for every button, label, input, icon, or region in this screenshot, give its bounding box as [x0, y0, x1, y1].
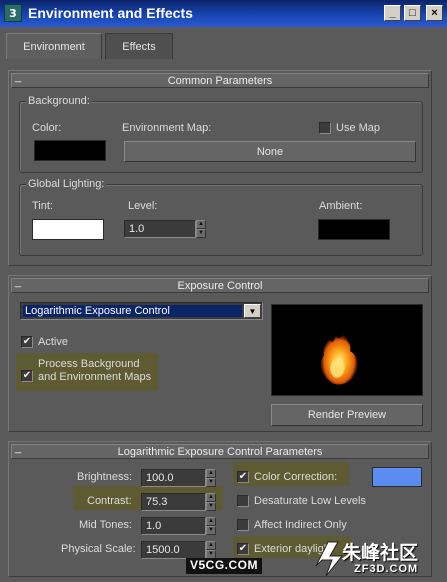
common-parameters-rollout: _ Common Parameters Background: Color: E…: [8, 70, 432, 266]
use-map-label: Use Map: [336, 122, 381, 134]
use-map-checkbox[interactable]: [319, 122, 331, 134]
process-background-checkbox[interactable]: ✔: [21, 370, 33, 382]
environment-map-label: Environment Map:: [122, 122, 212, 134]
common-parameters-header[interactable]: _ Common Parameters: [11, 71, 429, 88]
minimize-button[interactable]: _: [384, 5, 401, 21]
exposure-control-rollout: _ Exposure Control Logarithmic Exposure …: [8, 275, 432, 432]
brightness-value[interactable]: 100.0: [141, 469, 206, 487]
affect-indirect-checkbox[interactable]: [237, 519, 249, 531]
mid-tones-spinner[interactable]: 1.0 ▲ ▼: [141, 517, 216, 535]
level-spinner-arrows[interactable]: ▲ ▼: [196, 220, 206, 238]
brightness-spinner-arrows[interactable]: ▲ ▼: [206, 469, 216, 487]
render-preview-button[interactable]: Render Preview: [271, 404, 423, 426]
background-color-swatch[interactable]: [34, 140, 106, 161]
app-logo-icon: 3: [4, 4, 22, 22]
background-group: Background: Color: Environment Map: Use …: [19, 95, 423, 173]
rollout-title: Logarithmic Exposure Control Parameters: [117, 445, 323, 458]
watermark-zf3d: 朱峰社区 ZF3D.COM: [312, 536, 447, 579]
collapse-icon: _: [15, 442, 22, 454]
rollout-title: Common Parameters: [167, 74, 273, 87]
exposure-type-dropdown[interactable]: Logarithmic Exposure Control ▼: [20, 302, 263, 320]
background-color-label: Color:: [32, 122, 62, 134]
brightness-label: Brightness:: [77, 471, 133, 483]
mid-tones-label: Mid Tones:: [79, 519, 132, 531]
tab-effects[interactable]: Effects: [105, 33, 173, 59]
color-correction-label: Color Correction:: [254, 471, 338, 483]
process-background-label: Process Background: [38, 358, 140, 370]
level-label: Level:: [128, 200, 158, 212]
contrast-value[interactable]: 75.3: [141, 493, 206, 511]
mid-tones-value[interactable]: 1.0: [141, 517, 206, 535]
exposure-type-selected: Logarithmic Exposure Control: [23, 305, 242, 317]
tint-color-swatch[interactable]: [32, 219, 104, 240]
fire-preview-image: [320, 333, 358, 385]
ambient-color-swatch[interactable]: [318, 219, 390, 240]
brightness-spinner[interactable]: 100.0 ▲ ▼: [141, 469, 216, 487]
collapse-icon: _: [15, 276, 22, 288]
physical-scale-spinner-arrows[interactable]: ▲ ▼: [206, 541, 216, 559]
contrast-spinner[interactable]: 75.3 ▲ ▼: [141, 493, 216, 511]
title-bar: 3 Environment and Effects _ □ ×: [0, 0, 447, 27]
process-environment-maps-label: and Environment Maps: [38, 371, 152, 383]
window-title: Environment and Effects: [28, 5, 193, 21]
exterior-daylight-checkbox[interactable]: ✔: [237, 543, 249, 555]
level-spinner[interactable]: 1.0 ▲ ▼: [124, 220, 206, 238]
watermark-cn-text: 朱峰社区: [342, 542, 419, 564]
tab-environment[interactable]: Environment: [6, 33, 102, 59]
desaturate-checkbox[interactable]: [237, 495, 249, 507]
desaturate-low-levels-label: Desaturate Low Levels: [254, 495, 366, 507]
watermark-v5cg: V5CG.COM: [186, 558, 263, 574]
collapse-icon: _: [15, 71, 22, 83]
environment-map-button[interactable]: None: [124, 141, 416, 162]
exposure-control-header[interactable]: _ Exposure Control: [11, 276, 429, 293]
log-exposure-params-header[interactable]: _ Logarithmic Exposure Control Parameter…: [11, 442, 429, 459]
render-preview-window: [271, 304, 423, 396]
tab-bar: Environment Effects: [0, 27, 447, 61]
color-correction-checkbox[interactable]: ✔: [237, 471, 249, 483]
global-lighting-group: Global Lighting: Tint: Level: 1.0 ▲ ▼ Amb…: [19, 178, 423, 256]
maximize-button[interactable]: □: [404, 5, 421, 21]
global-lighting-label: Global Lighting:: [26, 178, 107, 190]
watermark-en-text: ZF3D.COM: [354, 563, 419, 575]
level-value[interactable]: 1.0: [124, 220, 196, 238]
affect-indirect-only-label: Affect Indirect Only: [254, 519, 347, 531]
ambient-label: Ambient:: [319, 200, 363, 212]
physical-scale-spinner[interactable]: 1500.0 ▲ ▼: [141, 541, 216, 559]
background-group-label: Background:: [26, 95, 92, 107]
active-label: Active: [38, 336, 68, 348]
rollout-title: Exposure Control: [177, 279, 263, 292]
contrast-spinner-arrows[interactable]: ▲ ▼: [206, 493, 216, 511]
mid-tones-spinner-arrows[interactable]: ▲ ▼: [206, 517, 216, 535]
physical-scale-label: Physical Scale:: [61, 543, 136, 555]
active-checkbox[interactable]: ✔: [21, 336, 33, 348]
chevron-down-icon[interactable]: ▼: [244, 304, 261, 318]
color-correction-swatch[interactable]: [372, 467, 422, 487]
close-button[interactable]: ×: [426, 5, 443, 21]
tint-label: Tint:: [32, 200, 53, 212]
physical-scale-value[interactable]: 1500.0: [141, 541, 206, 559]
contrast-label: Contrast:: [87, 495, 132, 507]
